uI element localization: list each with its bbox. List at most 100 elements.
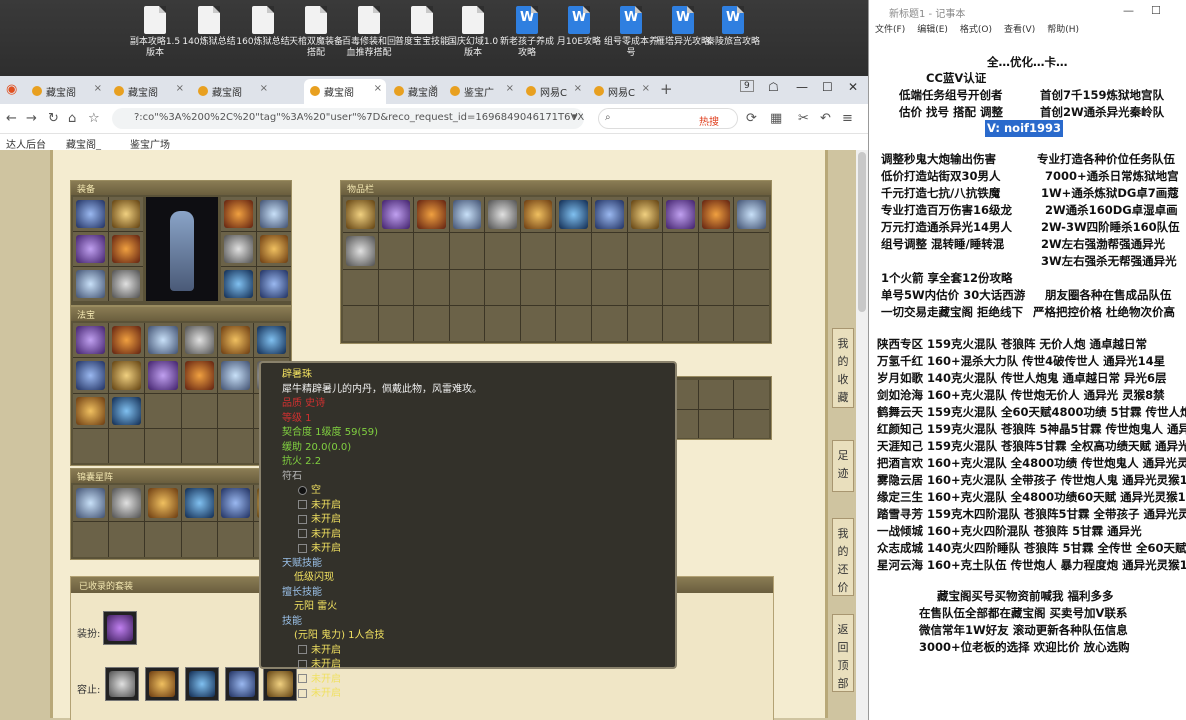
items-slot[interactable]	[627, 305, 663, 341]
bookmark-1[interactable]: 藏宝阁_	[66, 136, 101, 151]
tab-close-icon[interactable]: ×	[642, 83, 650, 94]
notepad-menu-item[interactable]: 帮助(H)	[1047, 25, 1079, 35]
tab-close-icon[interactable]: ×	[176, 83, 184, 94]
equip-left-slot[interactable]	[73, 232, 108, 266]
browser-tab-7[interactable]: 网易C ×	[588, 79, 654, 104]
fabao-slot[interactable]	[73, 393, 109, 428]
tab-close-icon[interactable]: ×	[574, 83, 582, 94]
items-slot[interactable]	[449, 305, 485, 341]
jinglin-slot[interactable]	[145, 521, 181, 557]
items-slot[interactable]	[378, 197, 414, 233]
items-slot[interactable]	[627, 197, 663, 233]
fabao-slot[interactable]	[181, 358, 217, 393]
new-tab-button[interactable]: +	[660, 80, 673, 98]
fabao-slot[interactable]	[109, 358, 145, 393]
items-slot[interactable]	[378, 233, 414, 269]
items-slot[interactable]	[449, 269, 485, 305]
maximize-button[interactable]: ☐	[822, 80, 833, 94]
items-slot[interactable]	[698, 269, 734, 305]
equip-left-slot[interactable]	[108, 232, 143, 266]
jinglin-slot[interactable]	[181, 521, 217, 557]
tab-close-icon[interactable]: ×	[94, 83, 102, 94]
tab-close-icon[interactable]: ×	[260, 83, 268, 94]
fabao-slot[interactable]	[217, 428, 253, 463]
items-slot[interactable]	[698, 197, 734, 233]
undo-icon[interactable]: ↶	[820, 111, 831, 126]
items-slot[interactable]	[556, 305, 592, 341]
items-slot[interactable]	[556, 197, 592, 233]
set-item-rongzhi[interactable]	[185, 667, 219, 701]
fabao-slot[interactable]	[217, 323, 253, 358]
items-slot[interactable]	[663, 305, 698, 341]
fabao-slot[interactable]	[73, 323, 109, 358]
desktop-icon-11[interactable]: W 秦陵旅宫攻略	[706, 6, 760, 48]
desktop-icon-3[interactable]: 天棺双魔装备搭配	[289, 6, 343, 59]
items-slot[interactable]	[663, 197, 698, 233]
refresh-icon[interactable]: ↻	[48, 111, 59, 126]
minimize-button[interactable]: —	[796, 80, 808, 94]
browser-tab-6[interactable]: 网易C ×	[520, 79, 586, 104]
desktop-icon-10[interactable]: W 雁塔异光攻略	[656, 6, 710, 48]
tab-close-icon[interactable]: ×	[506, 83, 514, 94]
equip-right-slot[interactable]	[221, 267, 256, 301]
cut-icon[interactable]: ✂	[798, 111, 809, 126]
equip-left-slot[interactable]	[73, 197, 108, 231]
equip-left-slot[interactable]	[108, 197, 143, 231]
jinglin-slot[interactable]	[109, 485, 145, 521]
notepad-menu-item[interactable]: 查看(V)	[1004, 25, 1035, 35]
items-slot[interactable]	[734, 233, 769, 269]
browser-tab-3[interactable]: 藏宝阁 ×	[304, 79, 386, 104]
items-slot[interactable]	[592, 269, 627, 305]
tab-close-icon[interactable]: ×	[374, 83, 382, 94]
items2-slot[interactable]	[698, 409, 734, 438]
jinglin-slot[interactable]	[181, 485, 217, 521]
equip-right-slot[interactable]	[256, 267, 291, 301]
items-slot[interactable]	[343, 233, 378, 269]
jinglin-slot[interactable]	[217, 521, 253, 557]
notepad-minimize-button[interactable]: —	[1123, 4, 1134, 17]
equip-left-slot[interactable]	[73, 267, 108, 301]
bookmark-2[interactable]: 鉴宝广场	[130, 136, 170, 151]
fabao-slot[interactable]	[217, 358, 253, 393]
desktop-icon-8[interactable]: W 月10E攻略	[552, 6, 606, 48]
desktop-icon-5[interactable]: 普度宝宝技能	[395, 6, 449, 48]
account-icon[interactable]: ☖	[768, 80, 779, 94]
browser-tab-4[interactable]: 藏宝阁 ×	[388, 79, 442, 104]
desktop-icon-1[interactable]: 140炼狱总结	[182, 6, 236, 48]
bookmark-0[interactable]: 达人后台	[6, 136, 46, 151]
items-slot[interactable]	[449, 233, 485, 269]
desktop-icon-0[interactable]: 副本攻略1.5 版本	[128, 6, 182, 59]
items-slot[interactable]	[343, 305, 378, 341]
star-icon[interactable]: ☆	[88, 111, 100, 126]
fabao-slot[interactable]	[73, 428, 109, 463]
menu-icon[interactable]: ≡	[842, 111, 853, 126]
items-slot[interactable]	[627, 233, 663, 269]
back-icon[interactable]: ←	[6, 111, 17, 126]
url-input[interactable]: ?:co"%3A%200%2C%20"tag"%3A%20"user"%7D&r…	[112, 108, 584, 129]
items2-slot[interactable]	[734, 380, 769, 409]
home-icon[interactable]: ⌂	[68, 111, 76, 126]
browser-tab-5[interactable]: 鉴宝广 ×	[444, 79, 518, 104]
browser-tab-1[interactable]: 藏宝阁 ×	[108, 79, 188, 104]
items-slot[interactable]	[414, 305, 449, 341]
desktop-icon-4[interactable]: 百毒修装和回血推荐搭配	[342, 6, 396, 59]
items-slot[interactable]	[592, 305, 627, 341]
items-slot[interactable]	[627, 269, 663, 305]
items-slot[interactable]	[663, 233, 698, 269]
items-slot[interactable]	[556, 233, 592, 269]
items-slot[interactable]	[698, 233, 734, 269]
items-slot[interactable]	[378, 305, 414, 341]
fabao-slot[interactable]	[181, 393, 217, 428]
jinglin-slot[interactable]	[109, 521, 145, 557]
tab-count-badge[interactable]: 9	[740, 80, 754, 92]
items-slot[interactable]	[414, 233, 449, 269]
side-tab-favorites[interactable]: 我的收藏	[832, 328, 854, 408]
set-item-rongzhi[interactable]	[145, 667, 179, 701]
notepad-menu-item[interactable]: 文件(F)	[875, 25, 905, 35]
equip-right-slot[interactable]	[221, 232, 256, 266]
tab-close-icon[interactable]: ×	[430, 83, 438, 94]
fabao-slot[interactable]	[145, 358, 181, 393]
desktop-icon-9[interactable]: W 组号零成本养号	[604, 6, 658, 59]
fabao-slot[interactable]	[217, 393, 253, 428]
items-slot[interactable]	[414, 197, 449, 233]
